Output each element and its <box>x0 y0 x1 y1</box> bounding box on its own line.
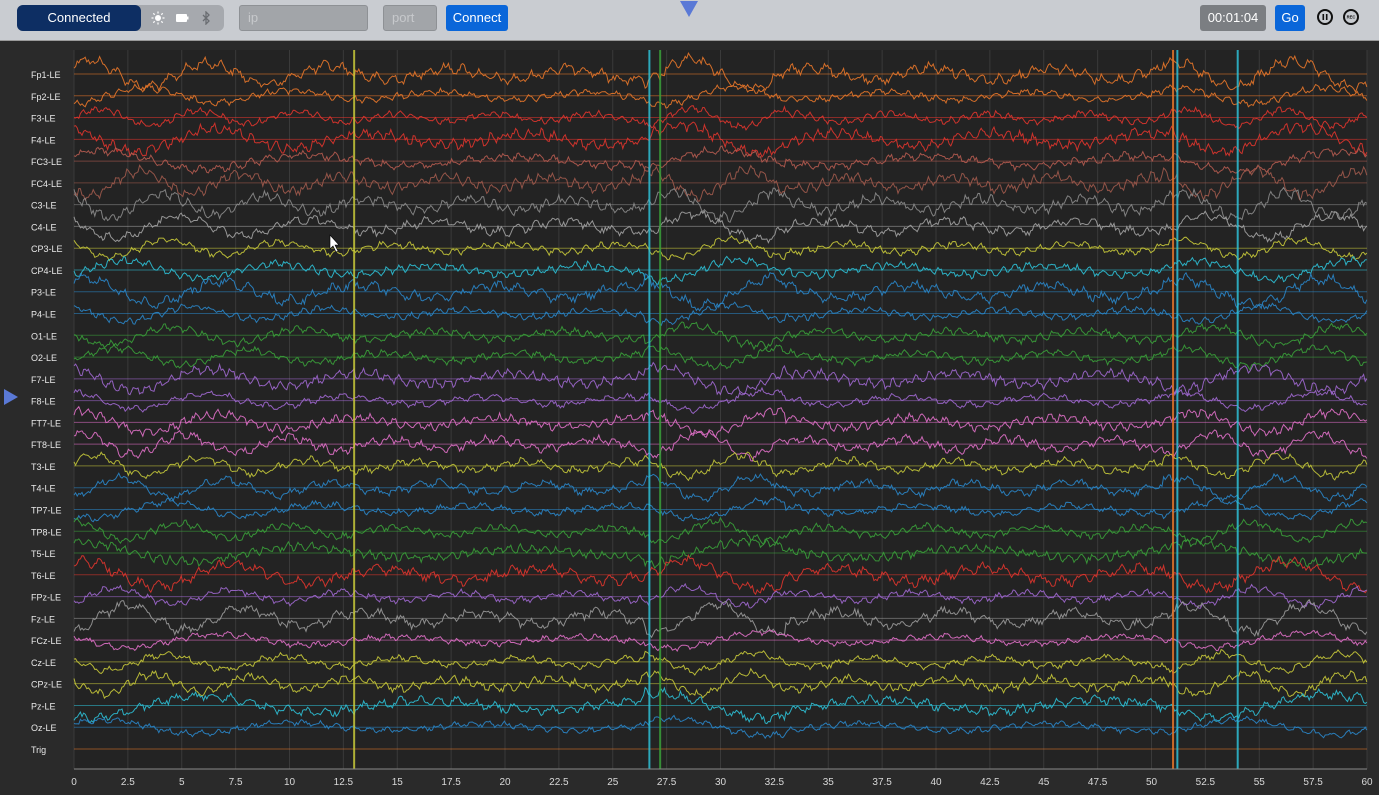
channel-label-FT8-LE: FT8-LE <box>31 440 61 450</box>
bluetooth-icon <box>202 11 210 25</box>
channel-label-TP8-LE: TP8-LE <box>31 527 62 537</box>
go-button[interactable]: Go <box>1275 5 1305 31</box>
x-tick-label-15: 37.5 <box>872 777 892 788</box>
channel-label-T6-LE: T6-LE <box>31 571 56 581</box>
channel-label-P3-LE: P3-LE <box>31 288 56 298</box>
channel-label-F7-LE: F7-LE <box>31 375 56 385</box>
pause-icon <box>1322 14 1328 20</box>
x-tick-label-16: 40 <box>930 777 942 788</box>
x-tick-label-1: 2.5 <box>121 777 135 788</box>
channel-label-P4-LE: P4-LE <box>31 310 56 320</box>
pause-button[interactable] <box>1317 9 1333 25</box>
channel-label-Fp2-LE: Fp2-LE <box>31 92 61 102</box>
x-tick-label-2: 5 <box>179 777 185 788</box>
channel-label-FCz-LE: FCz-LE <box>31 636 62 646</box>
channel-label-FC4-LE: FC4-LE <box>31 179 62 189</box>
x-tick-label-20: 50 <box>1146 777 1158 788</box>
channel-label-O2-LE: O2-LE <box>31 353 57 363</box>
toolbar: Connected ip port Connect 00:01:04 Go RE… <box>0 0 1379 41</box>
channel-label-F4-LE: F4-LE <box>31 135 56 145</box>
channel-label-Cz-LE: Cz-LE <box>31 658 56 668</box>
x-tick-label-24: 60 <box>1361 777 1373 788</box>
x-tick-label-0: 0 <box>71 777 77 788</box>
port-input[interactable]: port <box>383 5 437 31</box>
x-tick-label-19: 47.5 <box>1088 777 1108 788</box>
brightness-icon <box>151 11 165 25</box>
channel-label-TP7-LE: TP7-LE <box>31 505 62 515</box>
channel-label-Fz-LE: Fz-LE <box>31 614 55 624</box>
x-tick-label-10: 25 <box>607 777 619 788</box>
x-tick-label-4: 10 <box>284 777 296 788</box>
connect-button[interactable]: Connect <box>446 5 508 31</box>
channel-label-T3-LE: T3-LE <box>31 462 56 472</box>
x-tick-label-8: 20 <box>499 777 511 788</box>
channel-label-C3-LE: C3-LE <box>31 201 57 211</box>
channel-label-O1-LE: O1-LE <box>31 331 57 341</box>
eeg-plot-area: Fp1-LE Fp2-LE F3-LE F4-LE FC3-LE FC4-LE C3-LE C… <box>0 41 1379 795</box>
x-tick-label-17: 42.5 <box>980 777 1000 788</box>
channel-label-F8-LE: F8-LE <box>31 397 56 407</box>
playhead-marker-icon[interactable] <box>680 0 698 18</box>
channel-label-Pz-LE: Pz-LE <box>31 701 56 711</box>
x-tick-label-14: 35 <box>823 777 835 788</box>
channel-label-Fp1-LE: Fp1-LE <box>31 70 61 80</box>
channel-label-CP3-LE: CP3-LE <box>31 244 63 254</box>
x-tick-label-11: 27.5 <box>657 777 677 788</box>
channel-label-CP4-LE: CP4-LE <box>31 266 63 276</box>
channel-label-F3-LE: F3-LE <box>31 114 56 124</box>
battery-icon <box>176 14 189 22</box>
channel-label-FT7-LE: FT7-LE <box>31 418 61 428</box>
x-tick-label-9: 22.5 <box>549 777 569 788</box>
x-tick-label-13: 32.5 <box>765 777 785 788</box>
ip-input[interactable]: ip <box>239 5 368 31</box>
x-tick-label-5: 12.5 <box>334 777 354 788</box>
record-icon: REC <box>1347 15 1356 20</box>
channel-label-CPz-LE: CPz-LE <box>31 680 62 690</box>
svg-text:REC: REC <box>1347 15 1356 20</box>
channel-pointer-icon[interactable] <box>4 389 18 405</box>
device-status-group: Connected <box>17 5 224 31</box>
connection-status-badge: Connected <box>17 5 141 31</box>
x-tick-label-6: 15 <box>392 777 404 788</box>
channel-label-Trig: Trig <box>31 745 46 755</box>
elapsed-timer: 00:01:04 <box>1200 5 1266 31</box>
channel-label-Oz-LE: Oz-LE <box>31 723 57 733</box>
eeg-chart[interactable]: Fp1-LE Fp2-LE F3-LE F4-LE FC3-LE FC4-LE C3-LE C… <box>0 41 1379 795</box>
record-button[interactable]: REC <box>1343 9 1359 25</box>
x-tick-label-18: 45 <box>1038 777 1050 788</box>
x-tick-label-7: 17.5 <box>441 777 461 788</box>
channel-label-C4-LE: C4-LE <box>31 222 57 232</box>
x-tick-label-23: 57.5 <box>1303 777 1323 788</box>
x-tick-label-21: 52.5 <box>1196 777 1216 788</box>
channel-label-T4-LE: T4-LE <box>31 484 56 494</box>
channel-label-FPz-LE: FPz-LE <box>31 593 61 603</box>
x-tick-label-3: 7.5 <box>229 777 243 788</box>
channel-label-T5-LE: T5-LE <box>31 549 56 559</box>
channel-label-FC3-LE: FC3-LE <box>31 157 62 167</box>
x-tick-label-12: 30 <box>715 777 727 788</box>
x-tick-label-22: 55 <box>1254 777 1266 788</box>
